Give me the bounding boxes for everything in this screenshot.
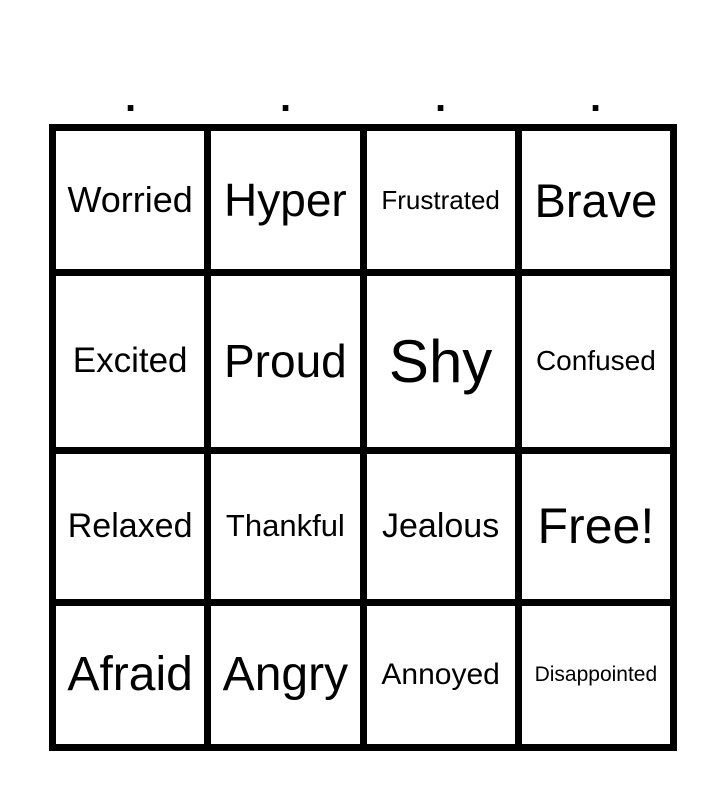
board-row: Worried Hyper Frustrated Brave — [48, 123, 678, 277]
bingo-cell[interactable]: Excited — [48, 269, 212, 454]
bingo-cell[interactable]: Shy — [359, 269, 522, 454]
board-row: Afraid Angry Annoyed Disappointed — [48, 598, 678, 752]
bingo-board: Worried Hyper Frustrated Brave Excited P… — [48, 123, 678, 752]
board-row: Excited Proud Shy Confused — [48, 269, 678, 454]
bingo-cell[interactable]: Jealous — [359, 446, 522, 606]
bingo-cell[interactable]: Afraid — [48, 598, 212, 752]
header-column-1: . — [124, 76, 137, 120]
bingo-cell[interactable]: Worried — [48, 123, 212, 277]
bingo-cell[interactable]: Hyper — [204, 123, 367, 277]
board-row: Relaxed Thankful Jealous Free! — [48, 446, 678, 606]
bingo-cell[interactable]: Angry — [204, 598, 367, 752]
bingo-header: . . . . — [53, 78, 673, 118]
bingo-cell[interactable]: Thankful — [204, 446, 367, 606]
bingo-cell[interactable]: Annoyed — [359, 598, 522, 752]
header-column-3: . — [434, 76, 447, 120]
bingo-cell[interactable]: Confused — [514, 269, 678, 454]
header-column-4: . — [589, 76, 602, 120]
bingo-cell[interactable]: Disappointed — [514, 598, 678, 752]
bingo-cell[interactable]: Proud — [204, 269, 367, 454]
bingo-cell[interactable]: Frustrated — [359, 123, 522, 277]
free-space-cell[interactable]: Free! — [514, 446, 678, 606]
bingo-cell[interactable]: Brave — [514, 123, 678, 277]
bingo-cell[interactable]: Relaxed — [48, 446, 212, 606]
header-column-2: . — [279, 76, 292, 120]
